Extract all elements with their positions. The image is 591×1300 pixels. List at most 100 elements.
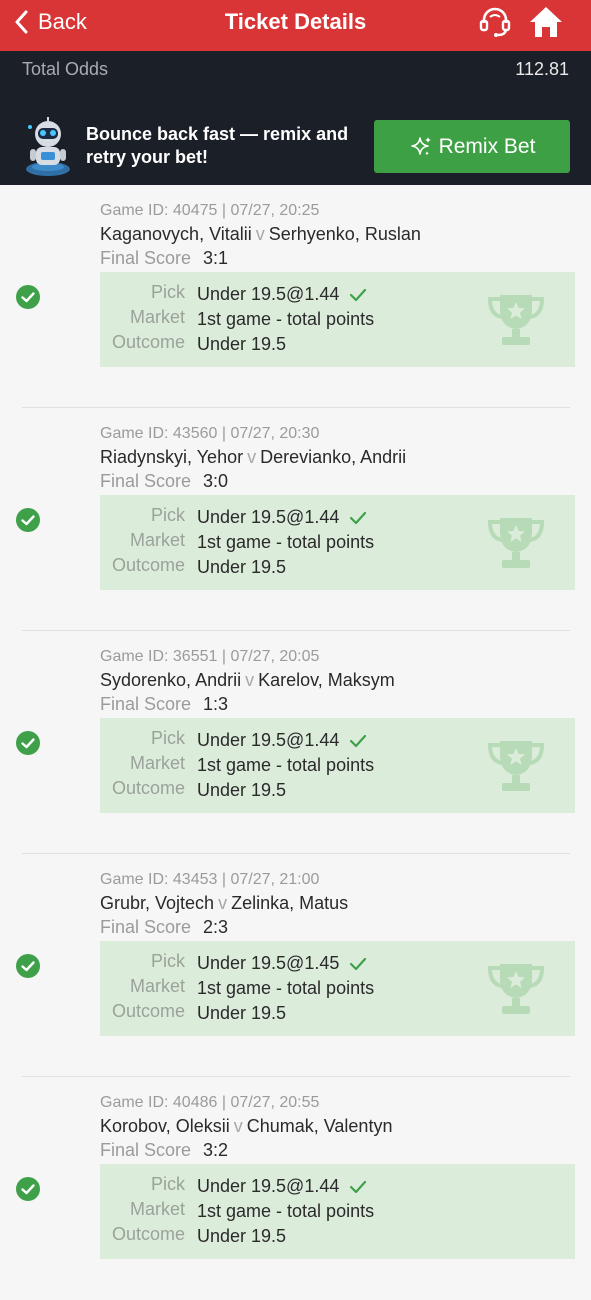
player-one: Riadynskyi, Yehor [100, 447, 244, 467]
final-score-label: Final Score [100, 1140, 192, 1160]
check-circle-icon [16, 731, 40, 755]
pick-label: Pick [150, 951, 185, 971]
pick-value: Under 19.5@1.44 [197, 1176, 340, 1196]
checkmark-icon [350, 734, 367, 747]
checkmark-icon [350, 957, 367, 970]
pick-row: Pick Under 19.5@1.44 [100, 728, 367, 753]
ticket-summary: Total Odds 112.81 Bounce back fast — rem… [0, 51, 591, 185]
player-two: Zelinka, Matus [231, 893, 349, 913]
market-row: Market 1st game - total points [100, 753, 374, 778]
bet-card: Game ID: 43453 | 07/27, 21:00 Grubr, Voj… [0, 854, 591, 1077]
versus-label: v [233, 1116, 243, 1136]
promo-message: Bounce back fast — remix and retry your … [86, 124, 349, 167]
total-odds-label: Total Odds [22, 59, 109, 79]
check-circle-icon [16, 954, 40, 978]
pick-value: Under 19.5@1.44 [197, 284, 340, 304]
match-players: Riadynskyi, Yehor v Derevianko, Andrii [100, 447, 406, 468]
outcome-value: Under 19.5 [197, 557, 287, 577]
versus-label: v [255, 224, 265, 244]
bet-card: Game ID: 40486 | 07/27, 20:55 Korobov, O… [0, 1077, 591, 1300]
pick-label: Pick [150, 1174, 185, 1194]
player-one: Grubr, Vojtech [100, 893, 215, 913]
player-two: Serhyenko, Ruslan [268, 224, 421, 244]
game-meta: Game ID: 40486 | 07/27, 20:55 [100, 1094, 320, 1111]
outcome-row: Outcome Under 19.5 [100, 555, 286, 580]
game-meta: Game ID: 43560 | 07/27, 20:30 [100, 425, 320, 442]
remix-bet-button[interactable]: Remix Bet [374, 120, 570, 173]
bet-card: Game ID: 36551 | 07/27, 20:05 Sydorenko,… [0, 631, 591, 854]
trophy-icon [487, 964, 545, 1014]
top-app-bar: Back Ticket Details [0, 0, 591, 51]
match-players: Grubr, Vojtech v Zelinka, Matus [100, 893, 348, 914]
check-circle-icon [16, 285, 40, 309]
player-two: Derevianko, Andrii [260, 447, 407, 467]
final-score-value: 3:2 [203, 1140, 229, 1160]
outcome-label: Outcome [111, 332, 185, 352]
support-headset-icon[interactable] [478, 5, 512, 44]
final-score-label: Final Score [100, 917, 192, 937]
trophy-icon [487, 518, 545, 568]
market-value: 1st game - total points [197, 978, 375, 998]
pick-label: Pick [150, 505, 185, 525]
bet-card: Game ID: 43560 | 07/27, 20:30 Riadynskyi… [0, 408, 591, 631]
outcome-row: Outcome Under 19.5 [100, 1224, 286, 1249]
checkmark-icon [350, 1180, 367, 1193]
outcome-label: Outcome [111, 1001, 185, 1021]
player-two: Chumak, Valentyn [246, 1116, 393, 1136]
checkmark-icon [350, 511, 367, 524]
pick-row: Pick Under 19.5@1.44 [100, 505, 367, 530]
market-label: Market [129, 530, 185, 550]
final-score-row: Final Score 3:0 [100, 471, 228, 492]
match-players: Korobov, Oleksii v Chumak, Valentyn [100, 1116, 392, 1137]
outcome-label: Outcome [111, 555, 185, 575]
market-value: 1st game - total points [197, 1201, 375, 1221]
pick-details: Pick Under 19.5@1.44 Market 1st game - t… [100, 495, 575, 590]
game-meta: Game ID: 43453 | 07/27, 21:00 [100, 871, 320, 888]
final-score-value: 1:3 [203, 694, 229, 714]
market-label: Market [129, 976, 185, 996]
pick-details: Pick Under 19.5@1.45 Market 1st game - t… [100, 941, 575, 1036]
market-value: 1st game - total points [197, 755, 375, 775]
market-label: Market [129, 1199, 185, 1219]
robot-mascot-icon [22, 117, 74, 182]
pick-row: Pick Under 19.5@1.45 [100, 951, 367, 976]
check-circle-icon [16, 508, 40, 532]
pick-value: Under 19.5@1.44 [197, 507, 340, 527]
market-row: Market 1st game - total points [100, 1199, 374, 1224]
versus-label: v [247, 447, 257, 467]
final-score-label: Final Score [100, 694, 192, 714]
pick-label: Pick [150, 282, 185, 302]
final-score-row: Final Score 1:3 [100, 694, 228, 715]
final-score-row: Final Score 3:2 [100, 1140, 228, 1161]
outcome-value: Under 19.5 [197, 780, 287, 800]
game-meta: Game ID: 40475 | 07/27, 20:25 [100, 202, 320, 219]
total-odds-row: Total Odds 112.81 [22, 59, 569, 83]
game-meta: Game ID: 36551 | 07/27, 20:05 [100, 648, 320, 665]
pick-value: Under 19.5@1.44 [197, 730, 340, 750]
pick-details: Pick Under 19.5@1.44 Market 1st game - t… [100, 272, 575, 367]
versus-label: v [218, 893, 228, 913]
pick-row: Pick Under 19.5@1.44 [100, 282, 367, 307]
home-icon[interactable] [528, 5, 564, 44]
player-one: Kaganovych, Vitalii [100, 224, 252, 244]
total-odds-value: 112.81 [515, 59, 569, 79]
pick-label: Pick [150, 728, 185, 748]
final-score-value: 3:0 [203, 471, 229, 491]
bet-card: Game ID: 40475 | 07/27, 20:25 Kaganovych… [0, 185, 591, 408]
pick-value: Under 19.5@1.45 [197, 953, 340, 973]
pick-details: Pick Under 19.5@1.44 Market 1st game - t… [100, 1164, 575, 1259]
outcome-row: Outcome Under 19.5 [100, 1001, 286, 1026]
player-one: Sydorenko, Andrii [100, 670, 242, 690]
outcome-value: Under 19.5 [197, 1003, 287, 1023]
pick-row: Pick Under 19.5@1.44 [100, 1174, 367, 1199]
final-score-value: 3:1 [203, 248, 229, 268]
outcome-label: Outcome [111, 1224, 185, 1244]
trophy-icon [487, 295, 545, 345]
outcome-value: Under 19.5 [197, 1226, 287, 1246]
outcome-label: Outcome [111, 778, 185, 798]
market-row: Market 1st game - total points [100, 307, 374, 332]
final-score-label: Final Score [100, 471, 192, 491]
market-row: Market 1st game - total points [100, 530, 374, 555]
final-score-row: Final Score 3:1 [100, 248, 228, 269]
market-value: 1st game - total points [197, 309, 375, 329]
